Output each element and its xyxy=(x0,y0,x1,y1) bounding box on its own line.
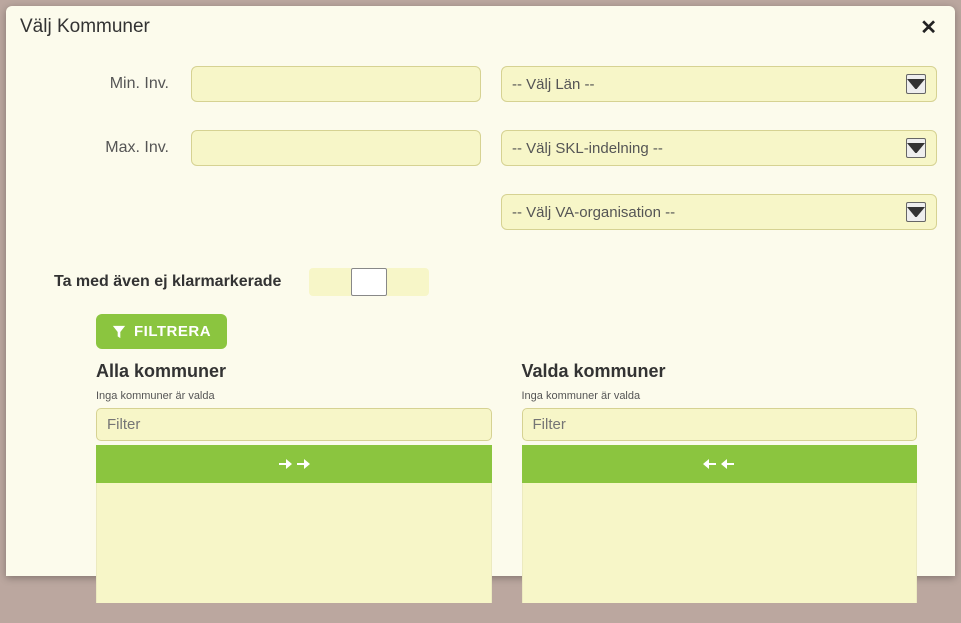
all-municipalities-list[interactable] xyxy=(96,483,492,603)
select-skl[interactable]: -- Välj SKL-indelning -- xyxy=(501,130,937,166)
toggle-knob xyxy=(351,268,387,296)
dialog-body-wrap: Min. Inv. -- Välj Län -- xyxy=(6,46,955,623)
selected-municipalities-hint: Inga kommuner är valda xyxy=(522,390,918,402)
chevron-down-icon xyxy=(906,138,926,158)
dialog-header: Välj Kommuner ✕ xyxy=(6,6,955,46)
filter-button-label: FILTRERA xyxy=(134,323,211,340)
max-inv-input[interactable] xyxy=(191,130,481,166)
selected-municipalities-title: Valda kommuner xyxy=(522,361,918,382)
dialog-body[interactable]: Min. Inv. -- Välj Län -- xyxy=(6,46,955,623)
toggle-on-side xyxy=(387,268,429,296)
select-skl-label: -- Välj SKL-indelning -- xyxy=(512,140,663,157)
municipality-dialog: Välj Kommuner ✕ Min. Inv. -- Välj Län -- xyxy=(6,6,955,576)
close-icon[interactable]: ✕ xyxy=(916,16,941,40)
selected-municipalities-panel: Valda kommuner Inga kommuner är valda xyxy=(522,361,918,603)
all-municipalities-panel: Alla kommuner Inga kommuner är valda xyxy=(96,361,492,603)
toggle-off-side xyxy=(309,268,351,296)
select-lan[interactable]: -- Välj Län -- xyxy=(501,66,937,102)
all-municipalities-hint: Inga kommuner är valda xyxy=(96,390,492,402)
selected-municipalities-filter-input[interactable] xyxy=(522,408,918,441)
all-municipalities-title: Alla kommuner xyxy=(96,361,492,382)
selected-municipalities-list[interactable] xyxy=(522,483,918,603)
arrow-left-icon xyxy=(720,456,736,472)
filter-button[interactable]: FILTRERA xyxy=(96,314,227,349)
include-unmarked-label: Ta med även ej klarmarkerade xyxy=(54,273,281,291)
funnel-icon xyxy=(112,325,126,339)
select-va-org[interactable]: -- Välj VA-organisation -- xyxy=(501,194,937,230)
select-va-org-label: -- Välj VA-organisation -- xyxy=(512,204,675,221)
arrow-left-icon xyxy=(702,456,718,472)
move-all-right-button[interactable] xyxy=(96,445,492,483)
min-inv-input[interactable] xyxy=(191,66,481,102)
include-unmarked-toggle[interactable] xyxy=(309,268,429,296)
arrow-right-icon xyxy=(277,456,293,472)
arrow-right-icon xyxy=(295,456,311,472)
select-lan-label: -- Välj Län -- xyxy=(512,76,595,93)
move-all-left-button[interactable] xyxy=(522,445,918,483)
max-inv-label: Max. Inv. xyxy=(24,139,191,157)
chevron-down-icon xyxy=(906,74,926,94)
min-inv-label: Min. Inv. xyxy=(24,75,191,93)
chevron-down-icon xyxy=(906,202,926,222)
all-municipalities-filter-input[interactable] xyxy=(96,408,492,441)
dialog-title: Välj Kommuner xyxy=(20,16,150,38)
